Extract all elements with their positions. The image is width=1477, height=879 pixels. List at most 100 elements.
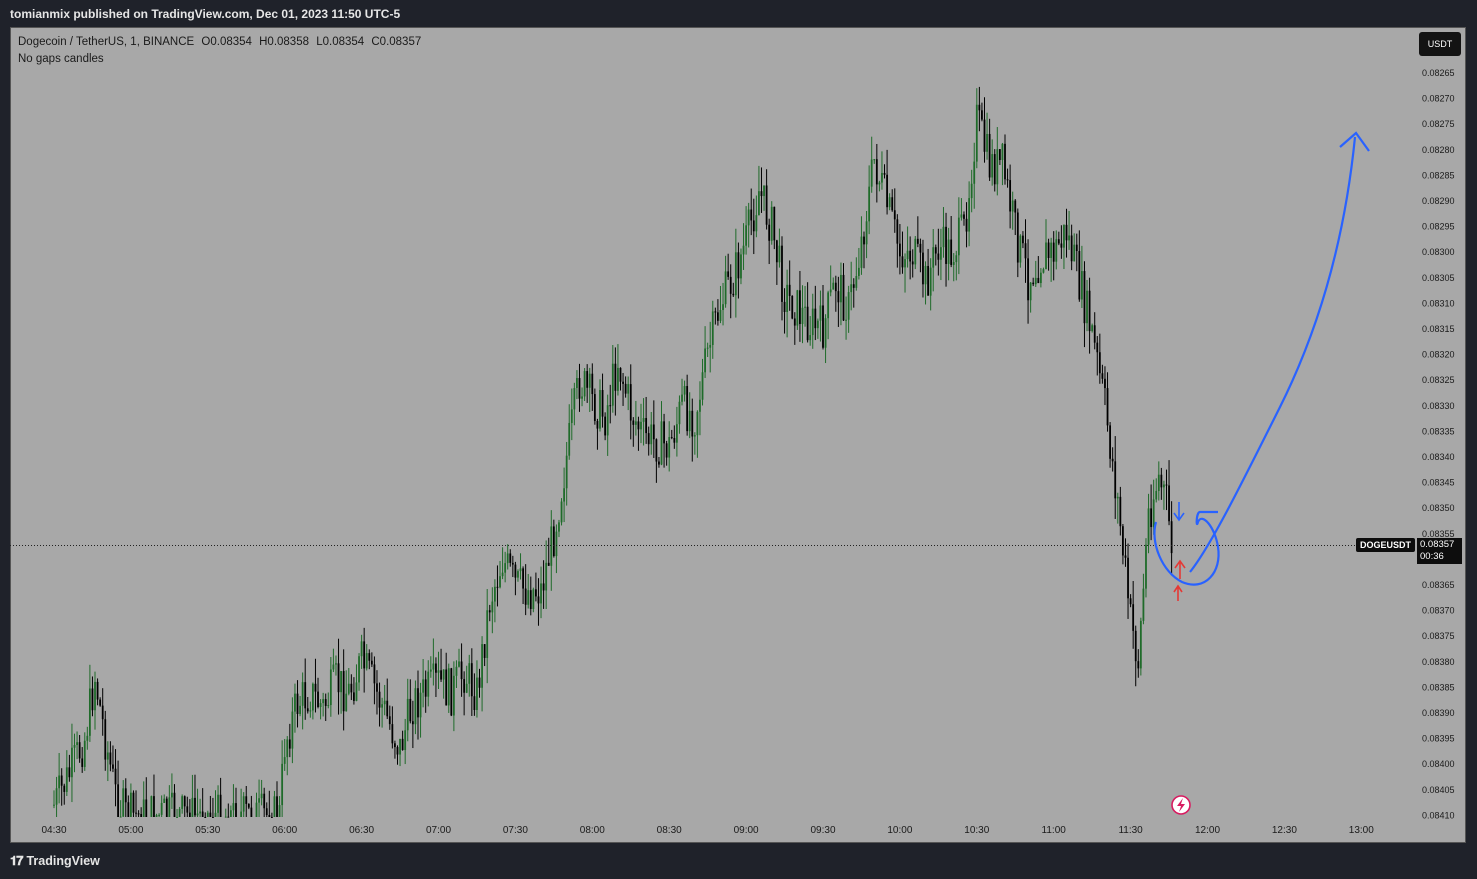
candle-body — [896, 219, 899, 244]
candle-body — [258, 798, 260, 803]
candle-body — [558, 522, 560, 532]
candle-body — [909, 250, 912, 262]
candle-body — [878, 182, 881, 185]
candle-body — [358, 656, 360, 683]
candle-body — [329, 669, 332, 706]
candle-body — [496, 586, 499, 588]
candle-body — [737, 252, 740, 279]
candle-body — [852, 284, 855, 288]
candle-body — [1096, 342, 1099, 353]
candle-body — [811, 308, 814, 336]
candle-body — [488, 610, 491, 613]
candle-body — [632, 420, 635, 425]
candle-body — [1045, 242, 1047, 270]
candle-body — [688, 410, 691, 432]
candle-body — [937, 253, 940, 260]
candle-body — [729, 276, 732, 294]
candle-body — [337, 663, 340, 693]
candle-body — [60, 775, 63, 786]
price-tick-label: 0.08370 — [1422, 606, 1455, 616]
candle-body — [476, 677, 478, 710]
candle-body — [1134, 630, 1137, 662]
candle-body — [624, 383, 627, 394]
candle-body — [1014, 200, 1017, 213]
candle-body — [850, 284, 853, 293]
time-tick-label: 11:30 — [1118, 825, 1143, 836]
candle-body — [1070, 235, 1073, 262]
candle-body — [1057, 239, 1060, 244]
candle-body — [563, 488, 566, 502]
price-tick-label: 0.08350 — [1422, 503, 1455, 513]
candle-body — [973, 161, 976, 184]
candle-body — [642, 418, 645, 422]
candle-body — [229, 810, 232, 817]
candle-body — [960, 214, 963, 218]
candle-body — [816, 320, 819, 329]
price-chart[interactable]: 0.08265 0.08270 0.08275 0.08280 0.08285 0.082… — [10, 27, 1466, 843]
candle-body — [758, 191, 760, 216]
candle-body — [311, 683, 314, 711]
candle-body — [1032, 282, 1035, 285]
candle-body — [196, 813, 199, 816]
candle-body — [291, 711, 294, 749]
currency-button[interactable]: USDT — [1419, 32, 1461, 56]
candle-body — [127, 802, 130, 817]
price-tick-label: 0.08410 — [1422, 810, 1455, 820]
tradingview-logo-icon: 𝟏𝟕 — [10, 853, 24, 868]
price-tick-label: 0.08275 — [1422, 119, 1455, 129]
candle-body — [560, 501, 563, 523]
candle-body — [153, 796, 155, 817]
candle-body — [665, 443, 668, 458]
tradingview-brand[interactable]: 𝟏𝟕 TradingView — [10, 853, 100, 869]
candle-body — [383, 700, 386, 705]
candle-body — [947, 239, 950, 264]
candle-body — [419, 692, 422, 718]
candle-body — [486, 610, 489, 658]
candle-body — [860, 236, 863, 268]
candle-body — [163, 798, 166, 803]
price-tick-label: 0.08330 — [1422, 401, 1455, 411]
candle-body — [396, 747, 399, 755]
bar-countdown: 00:36 — [1420, 551, 1444, 562]
candle-body — [701, 372, 704, 400]
candle-body — [645, 418, 648, 434]
candle-body — [670, 437, 673, 439]
candle-body — [545, 562, 548, 591]
candle-body — [719, 310, 722, 321]
candle-body — [617, 367, 619, 391]
candle-body — [132, 792, 135, 813]
candle-body — [755, 215, 758, 232]
candle-body — [165, 798, 168, 817]
candle-body — [96, 681, 99, 700]
candle-body — [1106, 388, 1109, 426]
brand-name: TradingView — [26, 854, 100, 868]
time-tick-label: 10:00 — [887, 825, 912, 836]
candle-body — [837, 291, 840, 303]
candle-body — [491, 601, 494, 613]
candle-body — [411, 721, 414, 725]
candle-body — [683, 386, 686, 395]
candle-body — [427, 671, 430, 697]
candle-body — [409, 698, 412, 722]
candle-body — [493, 586, 496, 602]
candle-body — [442, 669, 445, 680]
candle-body — [581, 396, 583, 399]
candle-body — [552, 526, 555, 557]
candle-body — [619, 367, 622, 382]
price-tick-label: 0.08320 — [1422, 350, 1455, 360]
candle-body — [822, 305, 824, 348]
time-tick-label: 12:30 — [1272, 825, 1297, 836]
candle-body — [142, 799, 145, 817]
candle-body — [988, 133, 991, 178]
last-price-tag: 0.08357 00:36 — [1417, 538, 1462, 564]
time-tick-label: 12:00 — [1195, 825, 1220, 836]
candle-body — [212, 817, 214, 818]
candle-body — [219, 794, 222, 817]
candle-body — [181, 796, 184, 809]
candle-body — [793, 318, 796, 326]
candle-body — [740, 254, 742, 279]
candle-body — [501, 572, 504, 577]
candle-body — [309, 710, 312, 712]
candle-body — [119, 816, 122, 818]
candle-body — [606, 405, 609, 436]
